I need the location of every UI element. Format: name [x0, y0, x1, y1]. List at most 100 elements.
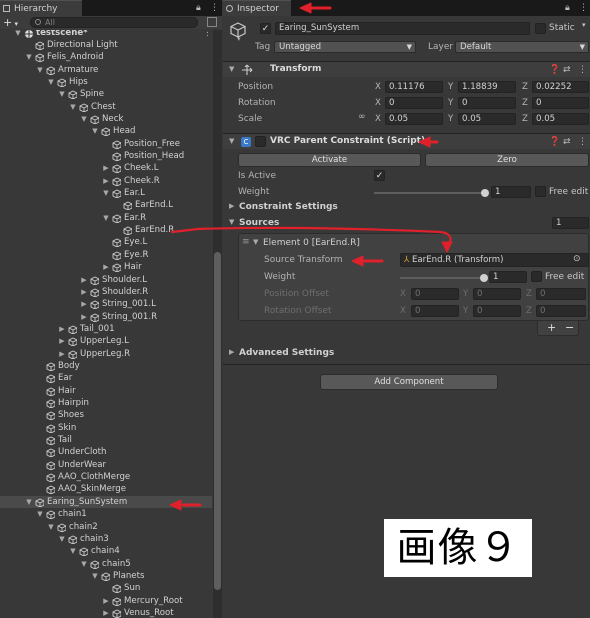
tree-item[interactable]: Position_Head	[0, 150, 212, 162]
tree-item[interactable]: ▶ UpperLeg.L	[0, 335, 212, 347]
fold-down-icon[interactable]: ▼	[36, 64, 44, 76]
tree-item[interactable]: Tail	[0, 434, 212, 446]
scale-z-field[interactable]: 0.05	[532, 113, 589, 125]
fold-down-icon[interactable]: ▼	[253, 238, 258, 246]
weight-slider[interactable]	[374, 186, 489, 200]
tree-item[interactable]: ▼ chain1	[0, 508, 212, 520]
fold-down-icon[interactable]: ▼	[14, 30, 22, 39]
component-kebab-icon[interactable]: ⋮	[578, 65, 587, 75]
fold-right-icon[interactable]: ▶	[102, 175, 110, 187]
inspector-lock-icon[interactable]: 🔒︎	[565, 0, 570, 16]
advanced-settings-foldout[interactable]: Advanced Settings	[239, 348, 334, 358]
fold-down-icon[interactable]: ▼	[102, 187, 110, 199]
scene-kebab-icon[interactable]: ⋮	[203, 30, 212, 39]
tree-item[interactable]: ▶ Shoulder.L	[0, 274, 212, 286]
fold-right-icon[interactable]: ▶	[58, 335, 66, 347]
tree-item[interactable]: ▼ Planets	[0, 570, 212, 582]
rotation-x-field[interactable]: 0	[385, 97, 443, 109]
lock-icon[interactable]: 🔒︎	[196, 0, 201, 16]
tree-item[interactable]: UnderWear	[0, 459, 212, 471]
element-weight-field[interactable]: 1	[489, 271, 527, 283]
fold-down-icon[interactable]: ▼	[69, 101, 77, 113]
tree-item[interactable]: Skin	[0, 422, 212, 434]
static-checkbox[interactable]	[535, 23, 546, 34]
static-dropdown-icon[interactable]: ▾	[582, 21, 586, 29]
fold-right-icon[interactable]: ▶	[102, 261, 110, 273]
weight-slider-knob[interactable]	[481, 189, 489, 197]
help-icon[interactable]: ❓	[549, 65, 560, 75]
fold-right-icon[interactable]: ▶	[58, 323, 66, 335]
fold-down-icon[interactable]: ▼	[25, 496, 33, 508]
tree-item[interactable]: Hair	[0, 385, 212, 397]
tree-item[interactable]: ▼ Hips	[0, 76, 212, 88]
scale-x-field[interactable]: 0.05	[385, 113, 443, 125]
hierarchy-search-input[interactable]: All	[30, 17, 198, 28]
preset-icon[interactable]: ⇄	[563, 65, 571, 75]
element-0-label[interactable]: Element 0 [EarEnd.R]	[263, 238, 360, 248]
fold-right-icon[interactable]: ▶	[58, 348, 66, 360]
tree-item[interactable]: ▼ Chest	[0, 101, 212, 113]
add-object-button[interactable]: + ▾	[3, 16, 18, 29]
tree-item[interactable]: Directional Light	[0, 39, 212, 51]
scale-y-field[interactable]: 0.05	[458, 113, 516, 125]
fold-down-icon[interactable]: ▼	[47, 521, 55, 533]
fold-right-icon[interactable]: ▶	[80, 286, 88, 298]
tree-item[interactable]: ▼ Armature	[0, 64, 212, 76]
fold-down-icon[interactable]: ▼	[47, 76, 55, 88]
tree-item[interactable]: Hairpin	[0, 397, 212, 409]
fold-right-icon[interactable]: ▶	[80, 298, 88, 310]
tree-item[interactable]: ▶ String_001.R	[0, 311, 212, 323]
zero-button[interactable]: Zero	[425, 153, 589, 167]
fold-down-icon[interactable]: ▼	[58, 88, 66, 100]
activate-button[interactable]: Activate	[238, 153, 421, 167]
element-weight-knob[interactable]	[480, 274, 488, 282]
fold-right-icon[interactable]: ▶	[102, 607, 110, 618]
tree-item[interactable]: ▶ Mercury_Root	[0, 595, 212, 607]
element-weight-slider[interactable]	[400, 271, 488, 285]
tree-item[interactable]: EarEnd.R	[0, 224, 212, 236]
tree-item[interactable]: Eye.R	[0, 249, 212, 261]
inspector-kebab-icon[interactable]: ⋮	[579, 0, 588, 16]
tree-item[interactable]: ▼ Head	[0, 125, 212, 137]
element-free-edit-checkbox[interactable]	[531, 271, 542, 282]
layer-dropdown[interactable]: Default ▼	[455, 41, 589, 53]
fold-down-icon[interactable]: ▼	[58, 533, 66, 545]
transform-header[interactable]: ▼ Transform ❓ ⇄ ⋮	[223, 61, 590, 77]
icon-dropdown-arrow[interactable]: ▾	[237, 35, 241, 43]
fold-down-icon[interactable]: ▼	[69, 545, 77, 557]
help-icon[interactable]: ❓	[549, 137, 560, 147]
tree-item[interactable]: Sun	[0, 582, 212, 594]
tag-dropdown[interactable]: Untagged ▼	[274, 41, 416, 53]
constraint-enabled-checkbox[interactable]	[255, 136, 266, 147]
tree-item[interactable]: EarEnd.L	[0, 199, 212, 211]
fold-right-icon[interactable]: ▶	[229, 348, 234, 356]
tree-item[interactable]: Position_Free	[0, 138, 212, 150]
component-kebab-icon[interactable]: ⋮	[578, 137, 587, 147]
add-component-button[interactable]: Add Component	[320, 374, 498, 390]
fold-down-icon[interactable]: ▼	[91, 570, 99, 582]
sources-foldout[interactable]: Sources	[239, 218, 279, 228]
position-y-field[interactable]: 1.18839	[458, 81, 516, 93]
link-icon[interactable]: ∞	[358, 112, 366, 122]
source-transform-field[interactable]: ⅄ EarEnd.R (Transform)	[400, 253, 589, 267]
position-z-field[interactable]: 0.02252	[532, 81, 589, 93]
object-name-field[interactable]: Earing_SunSystem	[275, 22, 530, 35]
tree-item[interactable]: ▶ Cheek.R	[0, 175, 212, 187]
tree-item[interactable]: ▼ Ear.R	[0, 212, 212, 224]
tree-item[interactable]: ▼ Ear.L	[0, 187, 212, 199]
rotation-y-field[interactable]: 0	[458, 97, 516, 109]
tree-item[interactable]: ▶ Shoulder.R	[0, 286, 212, 298]
fold-right-icon[interactable]: ▶	[102, 595, 110, 607]
kebab-menu-icon[interactable]: ⋮	[210, 0, 219, 16]
tab-hierarchy[interactable]: Hierarchy	[0, 0, 82, 16]
fold-right-icon[interactable]: ▶	[102, 162, 110, 174]
tree-item[interactable]: Body	[0, 360, 212, 372]
active-checkbox[interactable]: ✓	[260, 23, 271, 34]
hierarchy-scroll-thumb[interactable]	[214, 252, 221, 590]
tree-item[interactable]: UnderCloth	[0, 446, 212, 458]
tree-item[interactable]: ▶ UpperLeg.R	[0, 348, 212, 360]
tree-item[interactable]: Shoes	[0, 409, 212, 421]
fold-down-icon[interactable]: ▼	[36, 508, 44, 520]
position-x-field[interactable]: 0.11176	[385, 81, 443, 93]
object-picker-icon[interactable]: ⊙	[573, 254, 581, 264]
